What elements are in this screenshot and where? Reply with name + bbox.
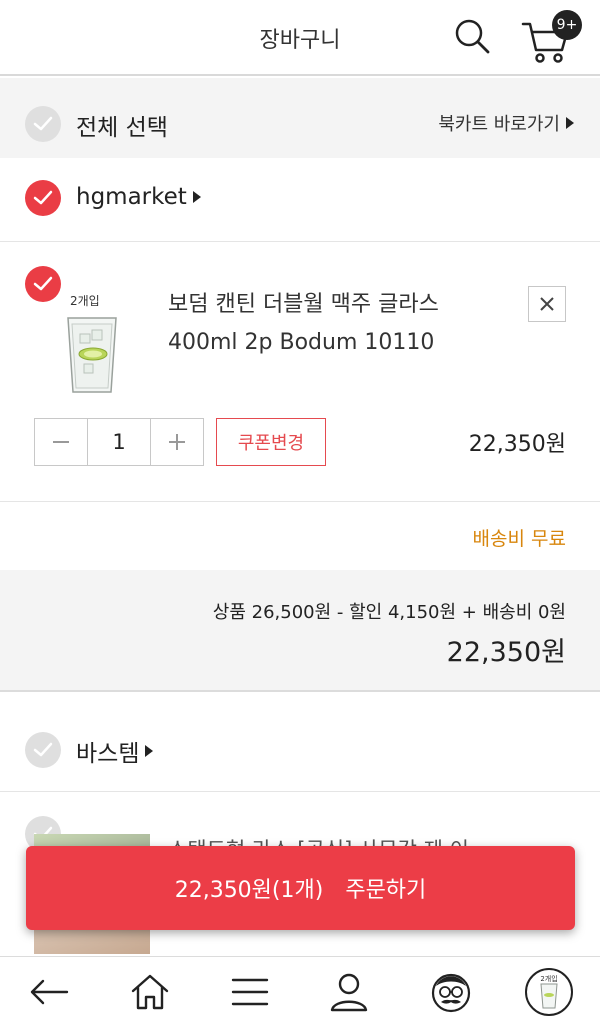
item-price: 22,350원: [468, 432, 566, 457]
page-title: 장바구니: [259, 28, 341, 53]
check-icon: [33, 742, 53, 757]
home-icon: [131, 974, 169, 1010]
plus-icon: [169, 434, 185, 450]
bottom-navigation: 2개입: [0, 956, 600, 1028]
nav-back-button[interactable]: [24, 967, 74, 1017]
section-gap: [0, 692, 600, 708]
seller-order-summary: 상품 26,500원 - 할인 4,150원 + 배송비 0원 22,350원: [0, 570, 600, 692]
seller-total-price: 22,350원: [446, 637, 566, 668]
beer-glass-image: [540, 983, 558, 1009]
recent-item-caption: 2개입: [540, 975, 558, 983]
bookcart-shortcut-label: 북카트 바로가기: [438, 114, 560, 135]
seller-name: 바스템: [76, 741, 140, 767]
recent-item-thumbnail: 2개입: [525, 968, 573, 1016]
nav-mypage-button[interactable]: [324, 967, 374, 1017]
minus-icon: [53, 441, 69, 443]
check-icon: [33, 116, 53, 131]
seller-name: hgmarket: [76, 184, 187, 210]
remove-item-button[interactable]: [528, 286, 566, 322]
caret-right-icon: [145, 745, 154, 757]
bookcart-shortcut-link[interactable]: 북카트 바로가기: [438, 110, 574, 136]
mustache-face-icon: [431, 973, 471, 1013]
cart-button[interactable]: 9+: [520, 10, 584, 63]
order-action-label: 주문하기: [345, 878, 427, 903]
check-icon: [33, 190, 53, 205]
nav-menu-button[interactable]: [225, 967, 275, 1017]
order-amount: 22,350원(1개): [174, 878, 324, 903]
menu-icon: [231, 978, 269, 1006]
item-checkbox[interactable]: [25, 266, 61, 302]
shipping-fee-note: 배송비 무료: [472, 528, 566, 550]
search-button[interactable]: [452, 16, 492, 56]
product-thumbnail[interactable]: 2개입: [60, 292, 124, 400]
search-icon: [455, 19, 490, 54]
user-icon: [330, 973, 368, 1012]
caret-right-icon: [192, 191, 201, 203]
quantity-value[interactable]: 1: [87, 419, 151, 465]
product-name[interactable]: 보덤 캔틴 더블월 맥주 글라스400ml 2p Bodum 10110: [168, 286, 508, 362]
seller-link[interactable]: hgmarket: [76, 184, 201, 210]
close-icon: [540, 297, 554, 311]
select-all-label: 전체 선택: [76, 115, 168, 141]
quantity-stepper: 1: [34, 418, 204, 466]
change-coupon-button[interactable]: 쿠폰변경: [216, 418, 326, 466]
quantity-decrease-button[interactable]: [35, 419, 87, 465]
divider: [0, 501, 600, 502]
seller-checkbox[interactable]: [25, 732, 61, 768]
select-all-checkbox[interactable]: [25, 106, 61, 142]
price-breakdown: 상품 26,500원 - 할인 4,150원 + 배송비 0원: [212, 602, 566, 623]
nav-home-button[interactable]: [125, 967, 175, 1017]
quantity-increase-button[interactable]: [151, 419, 203, 465]
caret-right-icon: [566, 117, 574, 129]
seller-checkbox[interactable]: [25, 180, 61, 216]
cart-count-badge: 9+: [552, 10, 582, 40]
nav-character-button[interactable]: [426, 967, 476, 1017]
nav-recent-item-button[interactable]: 2개입: [524, 967, 574, 1017]
beer-glass-image: [67, 317, 117, 393]
check-icon: [33, 276, 53, 291]
seller-link[interactable]: 바스템: [76, 734, 154, 768]
arrow-left-icon: [30, 979, 69, 1005]
order-button[interactable]: 22,350원(1개) 주문하기: [26, 846, 575, 930]
thumbnail-caption: 2개입: [70, 294, 100, 308]
app-header: 장바구니 9+: [0, 0, 600, 76]
